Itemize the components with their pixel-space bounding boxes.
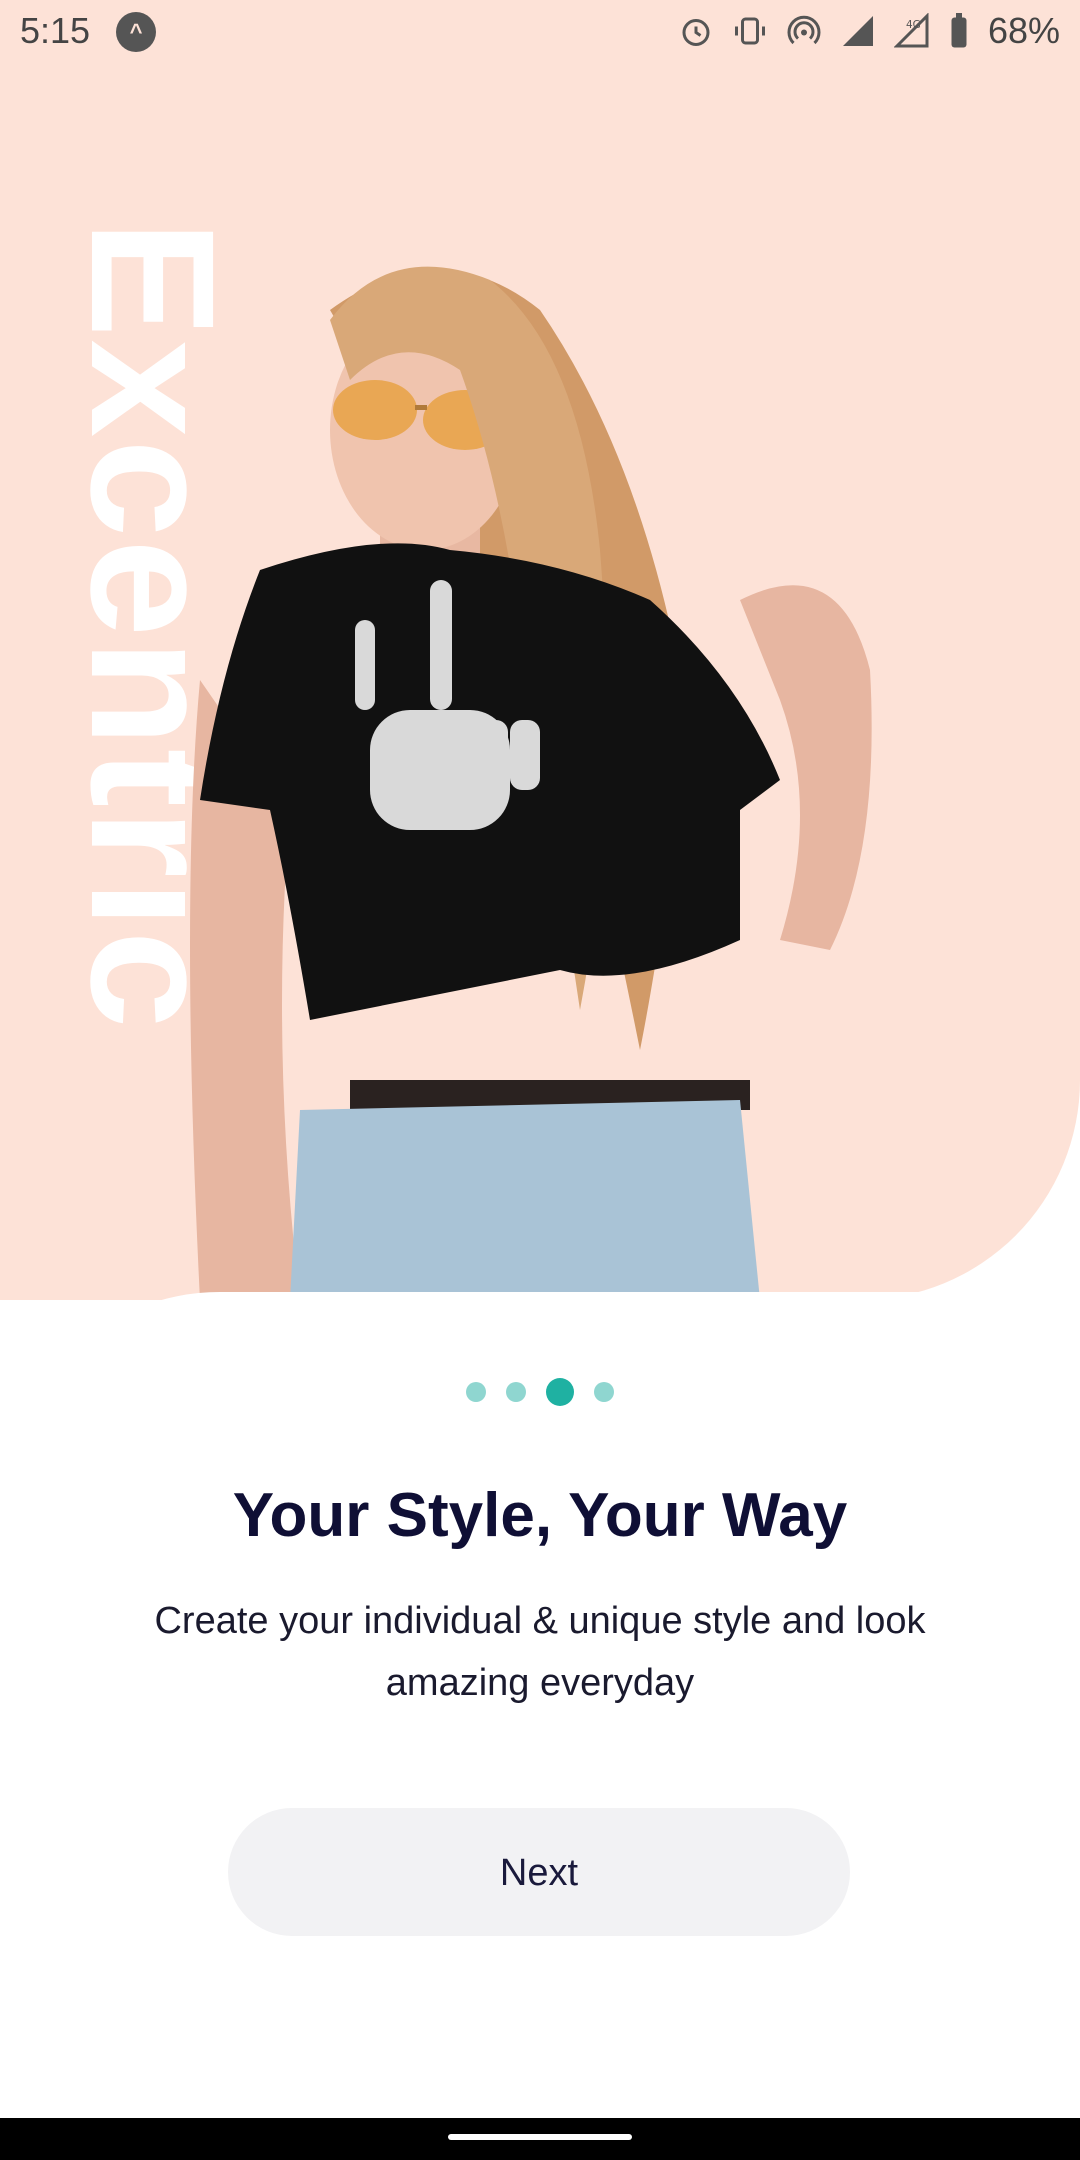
onboarding-title: Your Style, Your Way <box>232 1481 848 1550</box>
home-gesture-handle[interactable] <box>448 2134 632 2140</box>
battery-icon <box>951 13 967 48</box>
page-dot-1[interactable] <box>466 1382 486 1402</box>
status-time: 5:15 <box>20 10 91 51</box>
vibrate-icon <box>734 17 765 45</box>
battery-percent: 68% <box>987 10 1060 51</box>
status-icons: 4G 68% <box>678 10 1060 52</box>
status-bar: 5:15 ^ 4G 68% <box>0 0 1080 64</box>
page-dot-4[interactable] <box>594 1382 614 1402</box>
svg-text:4G: 4G <box>906 19 921 31</box>
network-4g-signal-icon: 4G <box>893 13 929 48</box>
page-indicator <box>0 1378 1080 1406</box>
hotspot-icon <box>787 15 821 45</box>
next-button[interactable]: Next <box>228 1808 850 1936</box>
signal-icon <box>842 16 873 46</box>
app-notification-icon: ^ <box>116 12 156 52</box>
page-dot-3-active[interactable] <box>546 1378 574 1406</box>
content-panel <box>0 1292 1080 2160</box>
hero-panel: Excentric <box>0 0 1080 1300</box>
onboarding-subtitle: Create your individual & unique style an… <box>154 1600 926 1704</box>
system-nav-bar <box>0 2118 1080 2160</box>
hero-image-model <box>190 266 872 1300</box>
page-dot-2[interactable] <box>506 1382 526 1402</box>
alarm-icon <box>682 19 710 46</box>
